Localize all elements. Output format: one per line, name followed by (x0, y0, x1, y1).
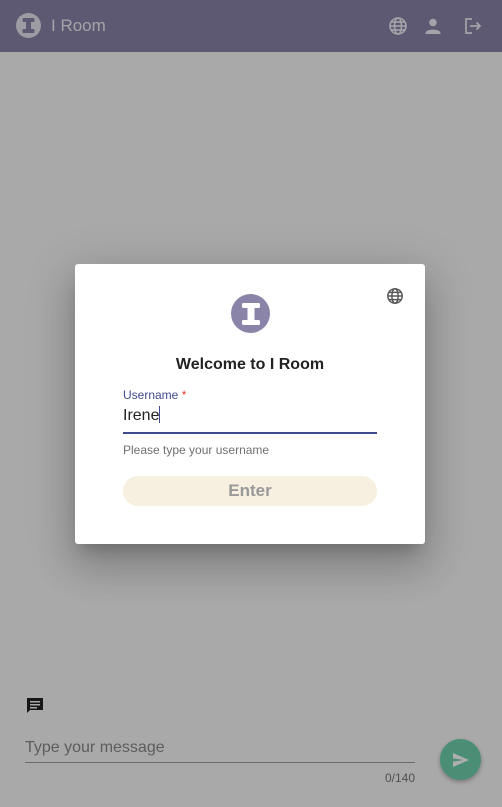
username-input[interactable]: Irene (123, 406, 161, 425)
username-underline (123, 432, 377, 434)
enter-button[interactable]: Enter (123, 476, 377, 506)
username-label: Username * (123, 388, 186, 402)
welcome-heading: Welcome to I Room (175, 356, 325, 373)
login-dialog: Welcome to I Room Username * Irene Pleas… (75, 264, 425, 544)
username-value: Irene (123, 407, 160, 424)
required-mark: * (181, 388, 187, 402)
dialog-logo-icon (231, 294, 270, 333)
text-caret (159, 406, 161, 423)
username-label-text: Username (123, 388, 179, 402)
language-globe-icon[interactable] (386, 287, 404, 305)
username-hint: Please type your username (123, 443, 270, 457)
